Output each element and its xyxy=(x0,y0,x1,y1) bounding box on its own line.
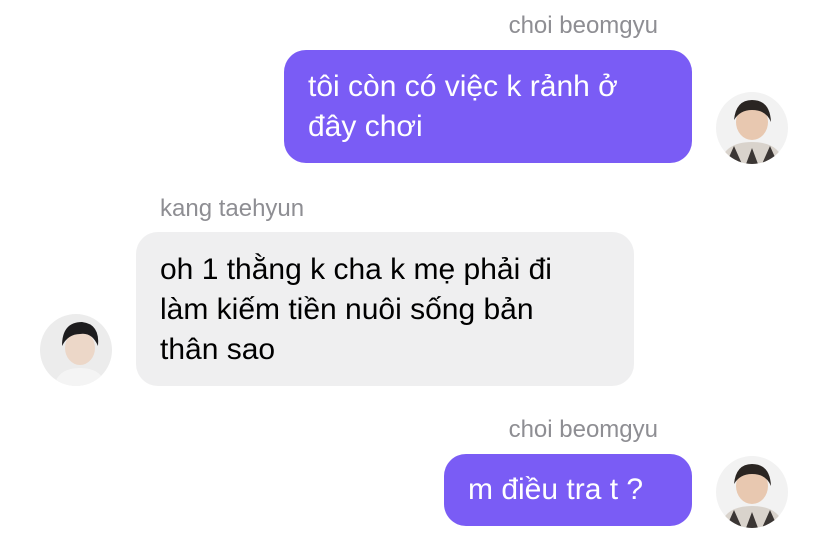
message-bubble-incoming[interactable]: oh 1 thằng k cha k mẹ phải đi làm kiếm t… xyxy=(136,232,634,386)
sender-name: kang taehyun xyxy=(160,195,305,222)
avatar-kang-taehyun[interactable] xyxy=(40,314,112,386)
avatar-image xyxy=(716,456,788,528)
avatar-choi-beomgyu[interactable] xyxy=(716,92,788,164)
avatar-image xyxy=(716,92,788,164)
avatar-image xyxy=(40,314,112,386)
message-bubble-outgoing[interactable]: m điều tra t ? xyxy=(444,454,692,526)
sender-name: choi beomgyu xyxy=(508,416,658,443)
chat-thread: choi beomgyu tôi còn có việc k rảnh ở đâ… xyxy=(0,0,828,550)
message-bubble-outgoing[interactable]: tôi còn có việc k rảnh ở đây chơi xyxy=(284,50,692,163)
message-text-line: đây chơi xyxy=(308,110,423,143)
avatar-choi-beomgyu[interactable] xyxy=(716,456,788,528)
message-text-line: oh 1 thằng k cha k mẹ phải đi xyxy=(160,253,552,286)
sender-name: choi beomgyu xyxy=(508,12,658,39)
message-text-line: làm kiếm tiền nuôi sống bản xyxy=(160,293,534,326)
message-text-line: tôi còn có việc k rảnh ở xyxy=(308,70,618,103)
message-text-line: m điều tra t ? xyxy=(468,473,644,506)
message-text-line: thân sao xyxy=(160,333,276,366)
